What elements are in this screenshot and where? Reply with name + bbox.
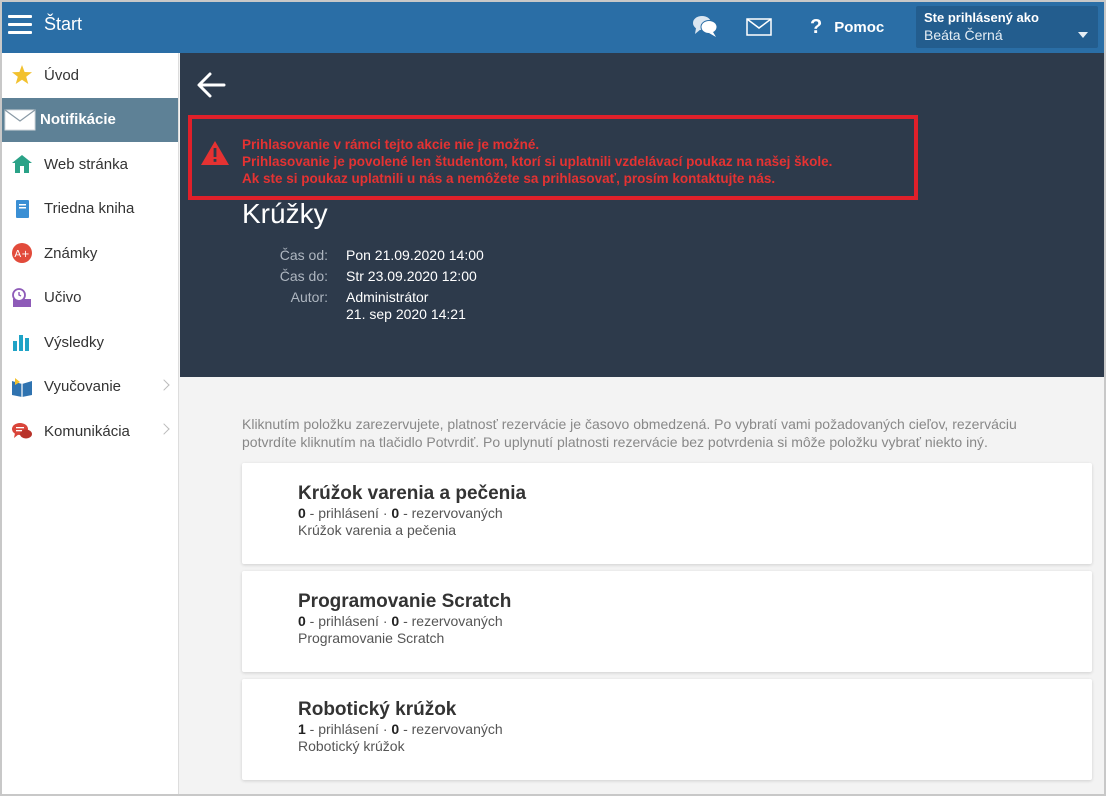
signed-label: - prihlásení ·	[305, 505, 392, 521]
signed-count: 0	[298, 613, 306, 629]
house-icon	[10, 152, 34, 176]
help-button[interactable]: ? Pomoc	[810, 16, 884, 38]
envelope-icon[interactable]	[746, 18, 772, 36]
sidebar-item-notifikacie[interactable]: Notifikácie	[2, 97, 178, 142]
sidebar-item-label: Komunikácia	[44, 422, 130, 440]
meta-label: Čas od:	[279, 247, 328, 263]
envelope-icon	[4, 108, 36, 132]
chevron-right-icon	[158, 423, 170, 435]
card-description: Robotický krúžok	[298, 738, 405, 754]
user-menu[interactable]: Ste prihlásený ako Beáta Černá	[916, 6, 1098, 48]
card-stats: 0 - prihlásení · 0 - rezervovaných	[298, 505, 503, 521]
meta-value: Pon 21.09.2020 14:00	[346, 247, 484, 263]
top-bar: Štart ? Pomoc Ste prihlásený ako Beáta Č…	[2, 2, 1104, 53]
meta-value: Str 23.09.2020 12:00	[346, 268, 477, 284]
alert-line: Prihlasovanie v rámci tejto akcie nie je…	[242, 137, 540, 152]
sidebar-item-uvod[interactable]: Úvod	[2, 53, 178, 98]
grade-icon: A+	[10, 241, 34, 265]
card-title: Krúžok varenia a pečenia	[298, 483, 527, 504]
card-description: Programovanie Scratch	[298, 630, 445, 646]
sidebar-item-vysledky[interactable]: Výsledky	[2, 320, 178, 365]
sidebar-item-label: Notifikácie	[40, 111, 116, 129]
user-caption: Ste prihlásený ako	[924, 10, 1039, 25]
author-name: Administrátor	[346, 289, 429, 305]
sidebar-item-vyucovanie[interactable]: Vyučovanie	[2, 365, 178, 410]
author-date: 21. sep 2020 14:21	[346, 306, 466, 322]
bar-chart-icon	[10, 330, 34, 354]
sidebar-item-komunikacia[interactable]: Komunikácia	[2, 409, 178, 454]
sidebar-item-label: Web stránka	[44, 155, 128, 173]
alert-box: Prihlasovanie v rámci tejto akcie nie je…	[188, 115, 918, 200]
meta-row-from: Čas od: Pon 21.09.2020 14:00	[242, 247, 484, 264]
sidebar-item-label: Úvod	[44, 66, 80, 84]
activity-card[interactable]: Programovanie Scratch 0 - prihlásení · 0…	[242, 571, 1092, 672]
event-meta: Čas od: Pon 21.09.2020 14:00 Čas do: Str…	[242, 247, 484, 327]
help-label: Pomoc	[834, 18, 885, 36]
activity-card[interactable]: Krúžok varenia a pečenia 0 - prihlásení …	[242, 463, 1092, 564]
sidebar: Úvod Notifikácie Web stránka Triedna kni…	[2, 53, 179, 794]
speech-bubbles-icon	[10, 419, 34, 443]
star-icon	[10, 63, 34, 87]
chevron-right-icon	[158, 378, 170, 391]
main-content: Kliknutím položku zarezervujete, platnos…	[180, 377, 1104, 794]
meta-value: Administrátor 21. sep 2020 14:21	[346, 289, 466, 323]
sidebar-item-label: Známky	[44, 244, 98, 262]
meta-label: Čas do:	[279, 268, 328, 284]
meta-row-to: Čas do: Str 23.09.2020 12:00	[242, 268, 484, 285]
reserved-label: - rezervovaných	[399, 505, 503, 521]
sidebar-item-znamky[interactable]: A+ Známky	[2, 231, 178, 276]
event-header: Prihlasovanie v rámci tejto akcie nie je…	[180, 53, 1104, 377]
back-arrow-icon[interactable]	[196, 71, 226, 99]
chevron-down-icon	[1078, 32, 1088, 38]
card-title: Robotický krúžok	[298, 699, 457, 720]
page-title: Krúžky	[242, 198, 328, 229]
intro-text: Kliknutím položku zarezervujete, platnos…	[242, 416, 1017, 450]
signed-count: 1	[298, 721, 306, 737]
hamburger-menu-icon[interactable]	[8, 15, 32, 35]
sidebar-item-ucivo[interactable]: Učivo	[2, 276, 178, 321]
clock-board-icon	[10, 286, 34, 310]
sidebar-item-label: Vyučovanie	[44, 378, 121, 396]
meta-row-author: Autor: Administrátor 21. sep 2020 14:21	[242, 289, 484, 323]
sidebar-item-web-stranka[interactable]: Web stránka	[2, 142, 178, 187]
app-window: Štart ? Pomoc Ste prihlásený ako Beáta Č…	[0, 0, 1106, 796]
activity-card[interactable]: Robotický krúžok 1 - prihlásení · 0 - re…	[242, 679, 1092, 780]
signed-label: - prihlásení ·	[305, 721, 392, 737]
open-book-icon	[10, 375, 34, 399]
card-stats: 1 - prihlásení · 0 - rezervovaných	[298, 721, 503, 737]
reserved-label: - rezervovaných	[399, 613, 503, 629]
warning-icon	[201, 141, 229, 165]
app-title[interactable]: Štart	[44, 14, 82, 35]
sidebar-item-triedna-kniha[interactable]: Triedna kniha	[2, 187, 178, 232]
svg-text:A+: A+	[14, 249, 29, 260]
chat-bubbles-icon[interactable]	[692, 14, 718, 38]
help-icon: ?	[810, 15, 823, 38]
reserved-label: - rezervovaných	[399, 721, 503, 737]
signed-label: - prihlásení ·	[305, 613, 392, 629]
card-title: Programovanie Scratch	[298, 591, 512, 612]
alert-line: Ak ste si poukaz uplatnili u nás a nemôž…	[242, 171, 776, 186]
signed-count: 0	[298, 505, 306, 521]
sidebar-item-label: Učivo	[44, 289, 82, 307]
alert-line: Prihlasovanie je povolené len študentom,…	[242, 154, 833, 169]
sidebar-item-label: Triedna kniha	[44, 200, 135, 218]
user-name: Beáta Černá	[924, 27, 1003, 43]
meta-label: Autor:	[290, 289, 328, 305]
sidebar-item-label: Výsledky	[44, 333, 105, 351]
card-stats: 0 - prihlásení · 0 - rezervovaných	[298, 613, 503, 629]
alert-message: Prihlasovanie v rámci tejto akcie nie je…	[242, 136, 832, 187]
card-description: Krúžok varenia a pečenia	[298, 522, 456, 538]
book-icon	[10, 197, 34, 221]
